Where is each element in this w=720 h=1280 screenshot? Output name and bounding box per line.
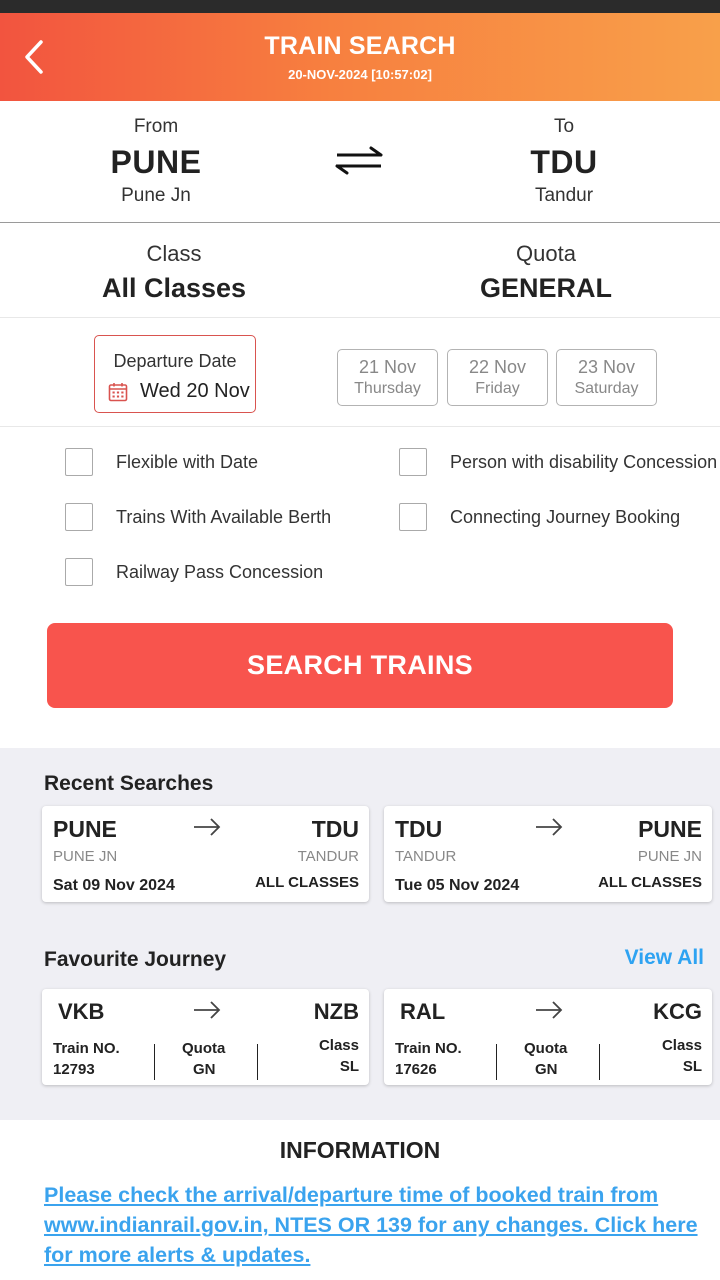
swap-arrows-icon xyxy=(335,146,383,175)
card-date: Sat 09 Nov 2024 xyxy=(53,877,175,894)
card-from-name: TANDUR xyxy=(395,848,457,865)
recent-search-card[interactable]: TDU PUNE TANDUR PUNE JN Tue 05 Nov 2024 … xyxy=(384,806,712,902)
card-date: Tue 05 Nov 2024 xyxy=(395,877,520,894)
quota-label: Quota xyxy=(182,1040,226,1057)
class-value: All Classes xyxy=(101,273,247,303)
card-to-code: PUNE xyxy=(638,816,702,842)
class-value: SL xyxy=(682,1058,702,1075)
from-label: From xyxy=(133,116,179,137)
favourite-journey-card[interactable]: RAL KCG Train NO. 17626 Quota GN Class S… xyxy=(384,989,712,1085)
disability-concession-checkbox[interactable]: Person with disability Concession xyxy=(399,448,717,476)
quota-value: GN xyxy=(193,1061,216,1078)
app-header: TRAIN SEARCH 20-NOV-2024 [10:57:02] xyxy=(0,13,720,101)
alerts-link[interactable]: Please check the arrival/departure time … xyxy=(44,1180,704,1270)
quota-label: Quota xyxy=(516,241,576,266)
page-title: TRAIN SEARCH xyxy=(264,32,456,60)
search-trains-button[interactable]: SEARCH TRAINS xyxy=(47,623,673,708)
card-from-code: VKB xyxy=(58,999,105,1024)
class-label: Class xyxy=(318,1037,359,1054)
class-label: Class xyxy=(661,1037,702,1054)
card-to-name: PUNE JN xyxy=(637,848,702,865)
train-no-label: Train NO. xyxy=(395,1040,462,1057)
quota-value: GENERAL xyxy=(479,273,612,303)
date-chip-date: 21 Nov xyxy=(358,357,417,377)
card-class: ALL CLASSES xyxy=(255,874,359,891)
departure-label: Departure Date xyxy=(113,351,237,371)
date-chip[interactable]: 22 Nov Friday xyxy=(447,349,548,406)
recent-searches-title: Recent Searches xyxy=(44,772,214,795)
checkbox-label: Railway Pass Concession xyxy=(116,561,324,582)
favourite-journey-card[interactable]: VKB NZB Train NO. 12793 Quota GN Class S… xyxy=(42,989,369,1085)
date-chip-day: Saturday xyxy=(574,380,639,397)
to-station[interactable]: To TDU Tandur xyxy=(434,116,694,207)
date-chip-day: Friday xyxy=(475,380,520,397)
divider xyxy=(0,317,720,318)
date-chip-date: 23 Nov xyxy=(577,357,636,377)
card-to-code: KCG xyxy=(653,999,702,1024)
card-from-name: PUNE JN xyxy=(53,848,118,865)
card-from-code: RAL xyxy=(400,999,446,1024)
quota-label: Quota xyxy=(524,1040,568,1057)
departure-date-picker[interactable]: Departure Date Wed 20 Nov xyxy=(94,335,256,413)
quota-value: GN xyxy=(535,1061,558,1078)
card-to-code: NZB xyxy=(313,999,359,1024)
card-to-code: TDU xyxy=(311,816,359,842)
checkbox-label: Trains With Available Berth xyxy=(116,506,332,527)
available-berth-checkbox[interactable]: Trains With Available Berth xyxy=(65,503,331,531)
arrow-right-icon xyxy=(194,1001,221,1019)
status-bar xyxy=(0,0,720,13)
from-code: PUNE xyxy=(110,144,202,180)
date-chip-date: 22 Nov xyxy=(468,357,527,377)
arrow-right-icon xyxy=(194,818,221,836)
flexible-date-checkbox[interactable]: Flexible with Date xyxy=(65,448,258,476)
divider xyxy=(154,1044,155,1080)
information-title: INFORMATION xyxy=(279,1137,441,1163)
class-selector[interactable]: Class All Classes xyxy=(24,241,324,304)
card-class: ALL CLASSES xyxy=(598,874,702,891)
divider xyxy=(496,1044,497,1080)
checkbox-label: Person with disability Concession xyxy=(450,451,718,472)
checkbox-label: Flexible with Date xyxy=(116,451,259,472)
view-all-link[interactable]: View All xyxy=(625,946,704,970)
checkbox-label: Connecting Journey Booking xyxy=(450,506,681,527)
quota-selector[interactable]: Quota GENERAL xyxy=(396,241,696,304)
railway-pass-checkbox[interactable]: Railway Pass Concession xyxy=(65,558,323,586)
train-no-value: 17626 xyxy=(395,1061,437,1078)
card-to-name: TANDUR xyxy=(297,848,359,865)
swap-stations-button[interactable] xyxy=(331,145,387,177)
departure-value: Wed 20 Nov xyxy=(140,380,250,402)
checkbox-box[interactable] xyxy=(399,503,427,531)
divider xyxy=(0,222,720,223)
checkbox-box[interactable] xyxy=(65,448,93,476)
calendar-icon xyxy=(108,382,128,401)
card-from-code: PUNE xyxy=(53,816,117,842)
arrow-right-icon xyxy=(536,818,563,836)
favourite-journey-title: Favourite Journey xyxy=(44,948,227,971)
divider xyxy=(0,426,720,427)
header-datetime: 20-NOV-2024 [10:57:02] xyxy=(288,67,432,82)
arrow-right-icon xyxy=(536,1001,563,1019)
date-chip[interactable]: 23 Nov Saturday xyxy=(556,349,657,406)
from-name: Pune Jn xyxy=(121,185,191,206)
divider xyxy=(599,1044,600,1080)
divider xyxy=(257,1044,258,1080)
date-chip-day: Thursday xyxy=(354,380,421,397)
checkbox-box[interactable] xyxy=(65,503,93,531)
card-from-code: TDU xyxy=(395,816,443,842)
date-chip[interactable]: 21 Nov Thursday xyxy=(337,349,438,406)
from-station[interactable]: From PUNE Pune Jn xyxy=(26,116,286,207)
recent-search-card[interactable]: PUNE TDU PUNE JN TANDUR Sat 09 Nov 2024 … xyxy=(42,806,369,902)
class-label: Class xyxy=(146,241,202,266)
checkbox-box[interactable] xyxy=(399,448,427,476)
to-code: TDU xyxy=(530,144,598,180)
connecting-journey-checkbox[interactable]: Connecting Journey Booking xyxy=(399,503,680,531)
checkbox-box[interactable] xyxy=(65,558,93,586)
train-no-label: Train NO. xyxy=(53,1040,120,1057)
train-no-value: 12793 xyxy=(53,1061,95,1078)
to-name: Tandur xyxy=(534,185,594,206)
class-value: SL xyxy=(339,1058,359,1075)
to-label: To xyxy=(553,116,575,137)
